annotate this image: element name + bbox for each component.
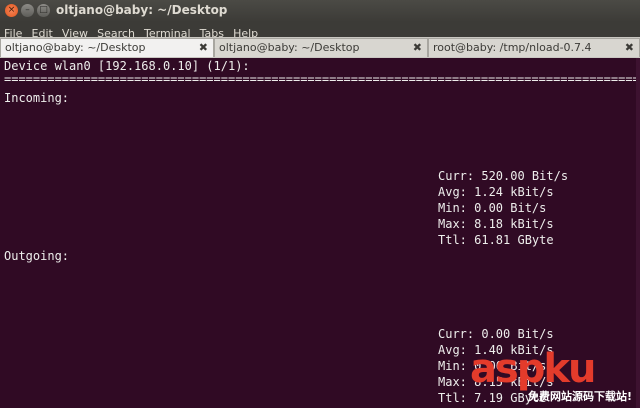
title-bar[interactable]: × – □ oltjano@baby: ~/Desktop <box>0 0 640 22</box>
tab-nload[interactable]: root@baby: /tmp/nload-0.7.4 ✖ <box>428 38 640 57</box>
incoming-ttl: Ttl: 61.81 GByte <box>438 233 554 247</box>
minimize-window-button[interactable]: – <box>21 4 34 17</box>
tab-close-icon[interactable]: ✖ <box>625 39 634 57</box>
menu-bar: File Edit View Search Terminal Tabs Help <box>0 22 640 40</box>
maximize-window-button[interactable]: □ <box>37 4 50 17</box>
separator-line: ========================================… <box>4 74 636 82</box>
tab-desktop-1[interactable]: oltjano@baby: ~/Desktop ✖ <box>0 38 214 57</box>
incoming-heading: Incoming: <box>4 91 70 105</box>
close-window-button[interactable]: × <box>5 4 18 17</box>
incoming-min: Min: 0.00 Bit/s <box>438 201 547 215</box>
outgoing-heading: Outgoing: <box>4 249 70 263</box>
tab-close-icon[interactable]: ✖ <box>199 39 208 57</box>
tab-label: oltjano@baby: ~/Desktop <box>219 41 360 54</box>
tab-label: root@baby: /tmp/nload-0.7.4 <box>433 41 592 54</box>
window-title: oltjano@baby: ~/Desktop <box>56 3 228 17</box>
incoming-max: Max: 8.18 kBit/s <box>438 217 554 231</box>
incoming-curr: Curr: 520.00 Bit/s <box>438 169 569 183</box>
watermark-logo: aspku <box>470 346 597 392</box>
terminal-scrollbar[interactable] <box>636 58 640 408</box>
tab-bar: oltjano@baby: ~/Desktop ✖ oltjano@baby: … <box>0 37 640 59</box>
incoming-avg: Avg: 1.24 kBit/s <box>438 185 554 199</box>
tab-desktop-2[interactable]: oltjano@baby: ~/Desktop ✖ <box>214 38 428 57</box>
watermark-tagline: 免费网站源码下载站! <box>528 390 633 403</box>
terminal-window: × – □ oltjano@baby: ~/Desktop File Edit … <box>0 0 640 408</box>
outgoing-curr: Curr: 0.00 Bit/s <box>438 327 554 341</box>
tab-close-icon[interactable]: ✖ <box>413 39 422 57</box>
device-line: Device wlan0 [192.168.0.10] (1/1): <box>4 59 250 73</box>
tab-label: oltjano@baby: ~/Desktop <box>5 41 146 54</box>
